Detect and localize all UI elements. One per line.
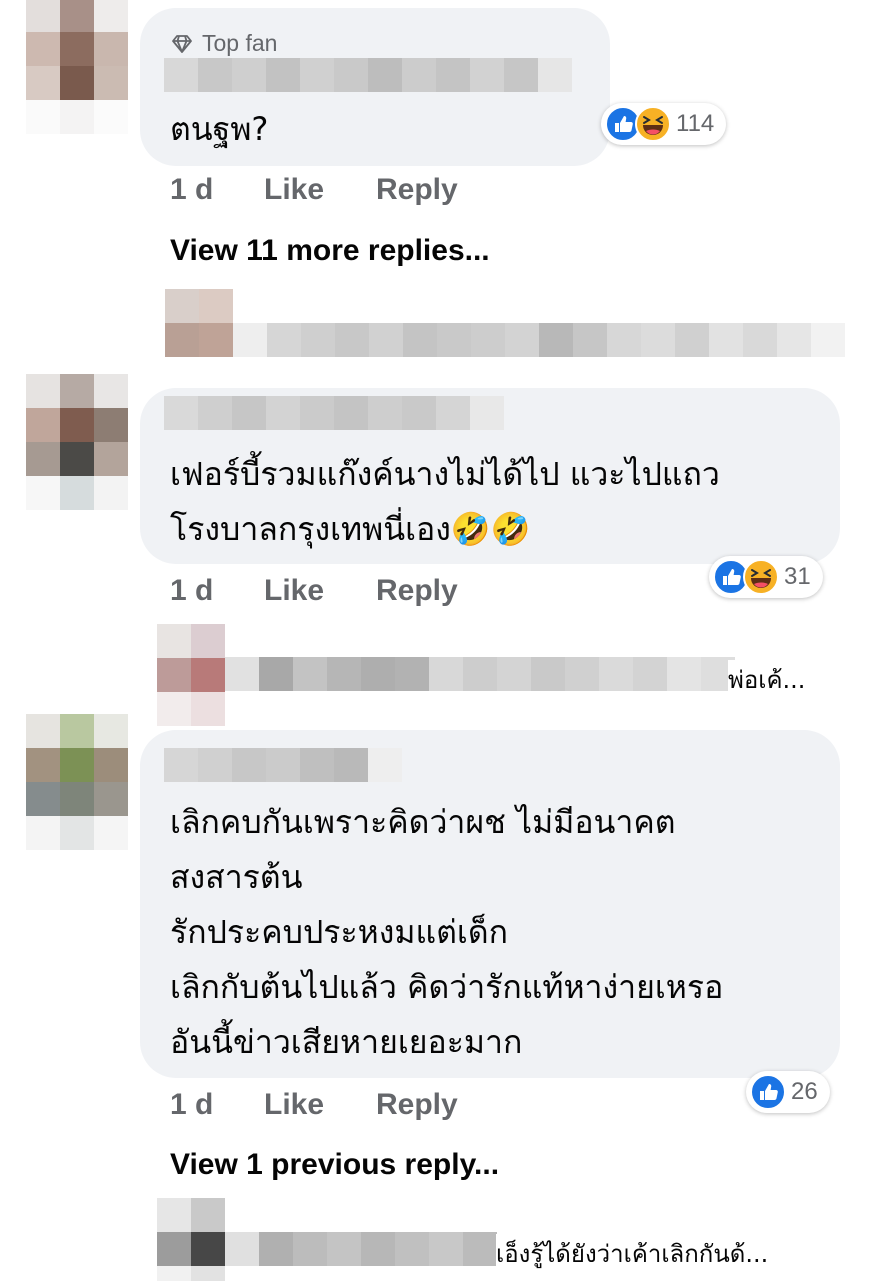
top-fan-badge: Top fan	[170, 30, 277, 57]
comment-timestamp[interactable]: 1 d	[170, 173, 264, 207]
avatar[interactable]	[26, 0, 128, 134]
reply-preview-text[interactable]: พ่อเค้...	[728, 660, 806, 699]
reply-preview-text[interactable]: เอ็งรู้ได้ยังว่าเค้าเลิกกันด้...	[496, 1234, 769, 1273]
comment-actions: 1 d Like Reply	[170, 574, 458, 608]
avatar[interactable]	[26, 714, 128, 850]
reply-avatar[interactable]	[165, 289, 233, 357]
commenter-name[interactable]	[164, 748, 402, 782]
comment-text: ตนฐพ?	[170, 110, 269, 148]
diamond-icon	[172, 34, 192, 53]
comment-timestamp[interactable]: 1 d	[170, 574, 264, 608]
reaction-count: 114	[676, 110, 715, 137]
reply-preview-blurred[interactable]	[225, 657, 735, 691]
view-more-replies-link[interactable]: View 11 more replies...	[170, 234, 490, 268]
commenter-name[interactable]	[164, 396, 504, 430]
view-previous-reply-link[interactable]: View 1 previous reply...	[170, 1148, 499, 1182]
avatar[interactable]	[26, 374, 128, 510]
comment-text: เฟอร์บี้รวมแก๊งค์นางไม่ได้ไป แวะไปแถว โร…	[170, 455, 720, 548]
comment-timestamp[interactable]: 1 d	[170, 1088, 264, 1122]
reply-preview-blurred[interactable]	[233, 323, 845, 357]
top-fan-label: Top fan	[202, 30, 278, 56]
like-icon	[750, 1074, 786, 1110]
reply-button[interactable]: Reply	[376, 574, 458, 608]
reaction-count: 26	[791, 1078, 818, 1105]
comment-actions: 1 d Like Reply	[170, 173, 458, 207]
comment-actions: 1 d Like Reply	[170, 1088, 458, 1122]
haha-icon	[743, 559, 779, 595]
comment-text: เลิกคบกันเพราะคิดว่าผช ไม่มีอนาคต สงสารต…	[170, 803, 724, 1061]
reaction-summary[interactable]: 26	[746, 1071, 830, 1113]
reaction-summary[interactable]: 114	[601, 103, 727, 145]
reaction-count: 31	[784, 563, 811, 590]
reply-preview-blurred[interactable]	[225, 1232, 497, 1266]
reply-avatar[interactable]	[157, 624, 225, 726]
reaction-summary[interactable]: 31	[709, 556, 823, 598]
reply-avatar[interactable]	[157, 1198, 225, 1281]
like-button[interactable]: Like	[264, 1088, 376, 1122]
commenter-name[interactable]	[164, 58, 572, 92]
like-button[interactable]: Like	[264, 173, 376, 207]
like-button[interactable]: Like	[264, 574, 376, 608]
reply-button[interactable]: Reply	[376, 1088, 458, 1122]
reply-button[interactable]: Reply	[376, 173, 458, 207]
haha-icon	[635, 106, 671, 142]
